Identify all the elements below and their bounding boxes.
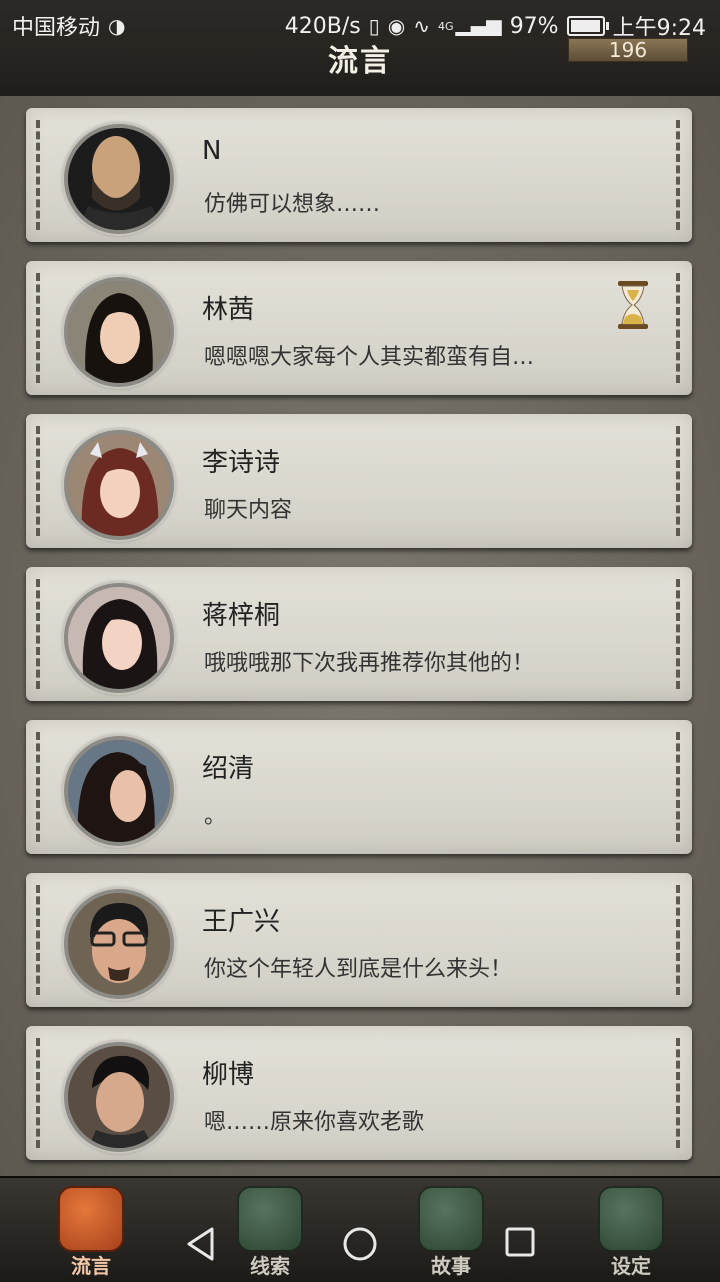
message-preview: 聊天内容 <box>204 498 293 523</box>
message-preview: 仿佛可以想象…… <box>204 192 381 217</box>
tab-label: 流言 <box>71 1254 111 1278</box>
contact-name: 蒋梓桐 <box>202 601 281 631</box>
hourglass-icon <box>618 281 648 329</box>
avatar <box>64 736 174 846</box>
stitch-decoration <box>36 273 40 383</box>
home-icon[interactable] <box>342 1226 378 1262</box>
stitch-decoration <box>676 1038 680 1148</box>
message-preview: 嗯……原来你喜欢老歌 <box>204 1110 425 1135</box>
eye-icon: ◉ <box>387 14 406 38</box>
avatar <box>64 124 174 234</box>
avatar <box>64 430 174 540</box>
message-card[interactable]: 绍清 。 <box>26 720 692 854</box>
stitch-decoration <box>36 732 40 842</box>
app-header: 流言 196 <box>0 36 720 98</box>
tab-label: 线索 <box>250 1254 290 1278</box>
contact-name: N <box>202 136 222 166</box>
tab-stories[interactable]: 故事 <box>417 1186 485 1278</box>
avatar <box>64 583 174 693</box>
tab-label: 故事 <box>431 1254 471 1278</box>
stitch-decoration <box>36 1038 40 1148</box>
chat-bubble-icon <box>58 1186 124 1252</box>
vibrate-icon: ▯ <box>368 14 380 38</box>
stitch-decoration <box>36 426 40 536</box>
notebook-icon <box>237 1186 303 1252</box>
stitch-decoration <box>676 732 680 842</box>
book-icon <box>418 1186 484 1252</box>
network-speed: 420B/s <box>284 13 361 39</box>
avatar <box>64 1042 174 1152</box>
message-card[interactable]: 林茜 嗯嗯嗯大家每个人其实都蛮有自… <box>26 261 692 395</box>
contact-name: 柳博 <box>202 1060 255 1090</box>
stitch-decoration <box>676 579 680 689</box>
stitch-decoration <box>676 885 680 995</box>
gear-icon <box>598 1186 664 1252</box>
message-card[interactable]: 柳博 嗯……原来你喜欢老歌 <box>26 1026 692 1160</box>
stitch-decoration <box>36 579 40 689</box>
coin-counter: 196 <box>568 38 688 62</box>
message-preview: 嗯嗯嗯大家每个人其实都蛮有自… <box>204 345 535 370</box>
message-list[interactable]: N 仿佛可以想象…… 林茜 嗯嗯嗯大家每个人其实都蛮有自… 李诗诗 聊天内容 蒋… <box>0 96 720 1176</box>
tab-settings[interactable]: 设定 <box>597 1186 665 1278</box>
battery-icon <box>566 16 609 36</box>
wifi-icon: ∿ <box>413 14 430 38</box>
contact-name: 李诗诗 <box>202 448 281 478</box>
avatar <box>64 889 174 999</box>
stitch-decoration <box>676 273 680 383</box>
signal-icon: ▂▄▆ <box>455 14 502 38</box>
message-card[interactable]: 李诗诗 聊天内容 <box>26 414 692 548</box>
recents-icon[interactable] <box>504 1226 536 1258</box>
stitch-decoration <box>676 120 680 230</box>
contact-name: 绍清 <box>202 754 255 784</box>
battery-percent: 97% <box>509 13 559 39</box>
avatar <box>64 277 174 387</box>
stitch-decoration <box>36 120 40 230</box>
contact-name: 王广兴 <box>202 907 281 937</box>
stitch-decoration <box>36 885 40 995</box>
tab-label: 设定 <box>611 1254 651 1278</box>
back-icon[interactable] <box>184 1226 218 1262</box>
network-type: 4G <box>438 19 454 33</box>
message-preview: 。 <box>204 804 227 829</box>
stitch-decoration <box>676 426 680 536</box>
message-card[interactable]: N 仿佛可以想象…… <box>26 108 692 242</box>
tab-clues[interactable]: 线索 <box>236 1186 304 1278</box>
tab-rumors[interactable]: 流言 <box>57 1186 125 1278</box>
message-preview: 你这个年轻人到底是什么来头！ <box>204 957 513 982</box>
message-card[interactable]: 王广兴 你这个年轻人到底是什么来头！ <box>26 873 692 1007</box>
contact-name: 林茜 <box>202 295 255 325</box>
message-preview: 哦哦哦那下次我再推荐你其他的！ <box>204 651 535 676</box>
message-card[interactable]: 蒋梓桐 哦哦哦那下次我再推荐你其他的！ <box>26 567 692 701</box>
globe-icon: ◑ <box>108 14 126 38</box>
